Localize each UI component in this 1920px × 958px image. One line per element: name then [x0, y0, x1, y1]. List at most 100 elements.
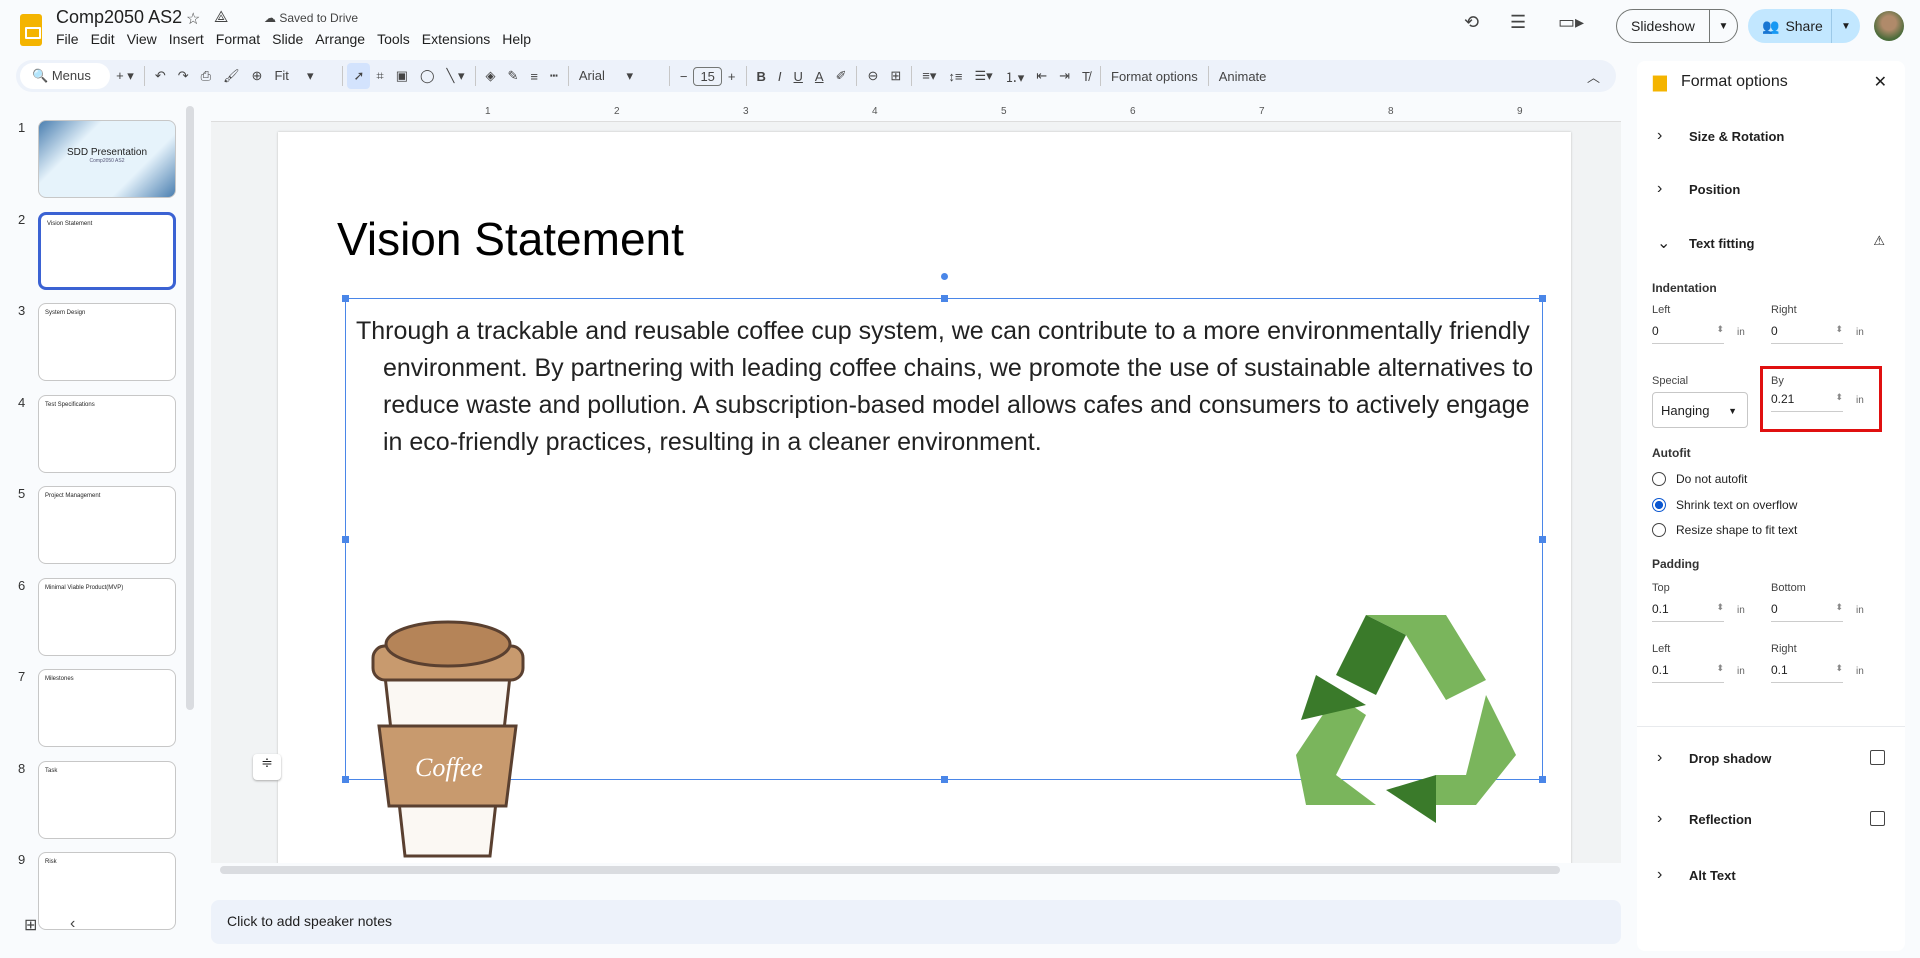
select-icon[interactable]: ➚: [347, 63, 371, 89]
avatar[interactable]: [1874, 11, 1904, 41]
speaker-notes[interactable]: Click to add speaker notes: [211, 900, 1621, 944]
stepper-icon[interactable]: ⬍: [1835, 392, 1843, 403]
search-menus[interactable]: 🔍 Menus: [20, 63, 111, 89]
slide-thumbnail[interactable]: SDD Presentation Comp2050 AS2: [38, 120, 176, 198]
slideshow-label[interactable]: Slideshow: [1617, 10, 1710, 42]
image-icon[interactable]: ▣: [390, 68, 414, 84]
underline-icon[interactable]: U: [788, 69, 809, 84]
resize-handle[interactable]: [342, 536, 349, 543]
document-title[interactable]: Comp2050 AS2: [56, 7, 182, 28]
menu-edit[interactable]: Edit: [91, 31, 123, 47]
menu-view[interactable]: View: [127, 31, 165, 47]
fill-color-icon[interactable]: ◈: [480, 68, 502, 84]
radio-resize-shape[interactable]: Resize shape to fit text: [1652, 523, 1797, 537]
animate-button[interactable]: Animate: [1213, 69, 1273, 84]
slide-thumbnail[interactable]: Task: [38, 760, 176, 839]
meet-icon[interactable]: ▭▸: [1558, 12, 1584, 33]
slideshow-dropdown[interactable]: ▼: [1710, 21, 1737, 32]
slide-thumbnail[interactable]: System Design: [38, 303, 176, 381]
autofit-indicator-icon[interactable]: ≑: [253, 754, 281, 780]
section-reflection[interactable]: › Reflection: [1657, 810, 1752, 828]
save-status[interactable]: ☁ Saved to Drive: [264, 11, 358, 25]
section-size-rotation[interactable]: › Size & Rotation: [1657, 127, 1784, 145]
resize-handle[interactable]: [941, 295, 948, 302]
zoom-select[interactable]: Fit ▾: [268, 68, 338, 84]
increase-font-icon[interactable]: +: [722, 69, 742, 84]
padding-left-input[interactable]: 0.1 ⬍: [1652, 661, 1724, 683]
slide-thumbnail[interactable]: Vision Statement: [38, 211, 176, 290]
resize-handle[interactable]: [342, 295, 349, 302]
special-select[interactable]: Hanging ▼: [1652, 392, 1748, 428]
drop-shadow-checkbox[interactable]: [1870, 750, 1885, 765]
stepper-icon[interactable]: ⬍: [1716, 663, 1724, 674]
line-icon[interactable]: ╲ ▾: [441, 68, 471, 84]
section-text-fitting[interactable]: ⌄ Text fitting: [1657, 233, 1754, 253]
slide-thumbnail[interactable]: Risk: [38, 852, 176, 930]
bold-icon[interactable]: B: [751, 69, 772, 84]
italic-icon[interactable]: I: [772, 69, 788, 84]
by-input[interactable]: 0.21 ⬍: [1771, 390, 1843, 412]
align-icon[interactable]: ≡▾: [916, 68, 942, 84]
coffee-cup-image[interactable]: Coffee: [365, 616, 530, 861]
slideshow-button[interactable]: Slideshow ▼: [1616, 9, 1738, 43]
stepper-icon[interactable]: ⬍: [1716, 602, 1724, 613]
redo-icon[interactable]: ↷: [172, 68, 195, 84]
text-color-icon[interactable]: A: [809, 69, 830, 84]
indent-left-input[interactable]: 0 ⬍: [1652, 322, 1724, 344]
stepper-icon[interactable]: ⬍: [1835, 324, 1843, 335]
resize-handle[interactable]: [1539, 776, 1546, 783]
font-select[interactable]: Arial ▾: [573, 68, 665, 84]
star-icon[interactable]: ☆: [186, 9, 200, 29]
padding-right-input[interactable]: 0.1 ⬍: [1771, 661, 1843, 683]
grid-view-icon[interactable]: ⊞: [24, 915, 37, 935]
slide[interactable]: Vision Statement Through a trackable and…: [278, 132, 1571, 863]
slides-logo[interactable]: [20, 14, 42, 46]
share-label[interactable]: Share: [1785, 18, 1822, 34]
stepper-icon[interactable]: ⬍: [1716, 324, 1724, 335]
padding-bottom-input[interactable]: 0 ⬍: [1771, 600, 1843, 622]
resize-handle[interactable]: [1539, 536, 1546, 543]
collapse-filmstrip-icon[interactable]: ‹: [70, 915, 75, 933]
border-weight-icon[interactable]: ≡: [524, 69, 544, 84]
reflection-checkbox[interactable]: [1870, 811, 1885, 826]
share-button[interactable]: 👥 Share ▼: [1748, 9, 1860, 43]
horizontal-scrollbar[interactable]: [220, 866, 1560, 874]
link-icon[interactable]: ⊖: [861, 68, 884, 84]
numbered-list-icon[interactable]: ⒈▾: [999, 67, 1031, 86]
slide-thumbnail[interactable]: Minimal Viable Product(MVP): [38, 577, 176, 656]
section-alt-text[interactable]: › Alt Text: [1657, 866, 1736, 884]
radio-do-not-autofit[interactable]: Do not autofit: [1652, 472, 1747, 486]
bulleted-list-icon[interactable]: ☰▾: [969, 68, 999, 84]
zoom-icon[interactable]: ⊕: [246, 68, 269, 84]
section-drop-shadow[interactable]: › Drop shadow: [1657, 749, 1771, 767]
menu-arrange[interactable]: Arrange: [315, 31, 373, 47]
horizontal-ruler[interactable]: 1 2 3 4 5 6 7 8 9: [211, 104, 1621, 122]
border-color-icon[interactable]: ✎: [502, 68, 525, 84]
text-box-icon[interactable]: ⌗: [370, 68, 389, 84]
menu-slide[interactable]: Slide: [272, 31, 311, 47]
resize-handle[interactable]: [1539, 295, 1546, 302]
line-spacing-icon[interactable]: ↕≡: [942, 69, 968, 84]
stepper-icon[interactable]: ⬍: [1835, 602, 1843, 613]
recycle-icon[interactable]: [1296, 605, 1518, 823]
resize-handle[interactable]: [342, 776, 349, 783]
font-size-input[interactable]: 15: [693, 66, 722, 86]
print-icon[interactable]: ⎙: [195, 68, 217, 84]
menu-file[interactable]: File: [56, 31, 87, 47]
menu-extensions[interactable]: Extensions: [422, 31, 498, 47]
format-options-button[interactable]: Format options: [1105, 69, 1204, 84]
rotate-handle[interactable]: [941, 273, 948, 280]
shape-icon[interactable]: ◯: [414, 68, 441, 84]
slide-thumbnail[interactable]: Test Specifications: [38, 394, 176, 473]
increase-indent-icon[interactable]: ⇥: [1053, 68, 1076, 84]
version-history-icon[interactable]: ⟲: [1464, 12, 1479, 33]
decrease-font-icon[interactable]: −: [674, 69, 694, 84]
decrease-indent-icon[interactable]: ⇤: [1030, 68, 1053, 84]
menu-insert[interactable]: Insert: [169, 31, 212, 47]
collapse-toolbar-icon[interactable]: ︿: [1581, 67, 1606, 86]
move-to-drive-icon[interactable]: ⟁: [214, 9, 228, 27]
new-slide-button[interactable]: + ▾: [110, 68, 140, 84]
paint-format-icon[interactable]: 🖌: [217, 68, 246, 84]
share-dropdown[interactable]: ▼: [1832, 21, 1860, 32]
comment-icon[interactable]: ⊞: [884, 68, 907, 84]
